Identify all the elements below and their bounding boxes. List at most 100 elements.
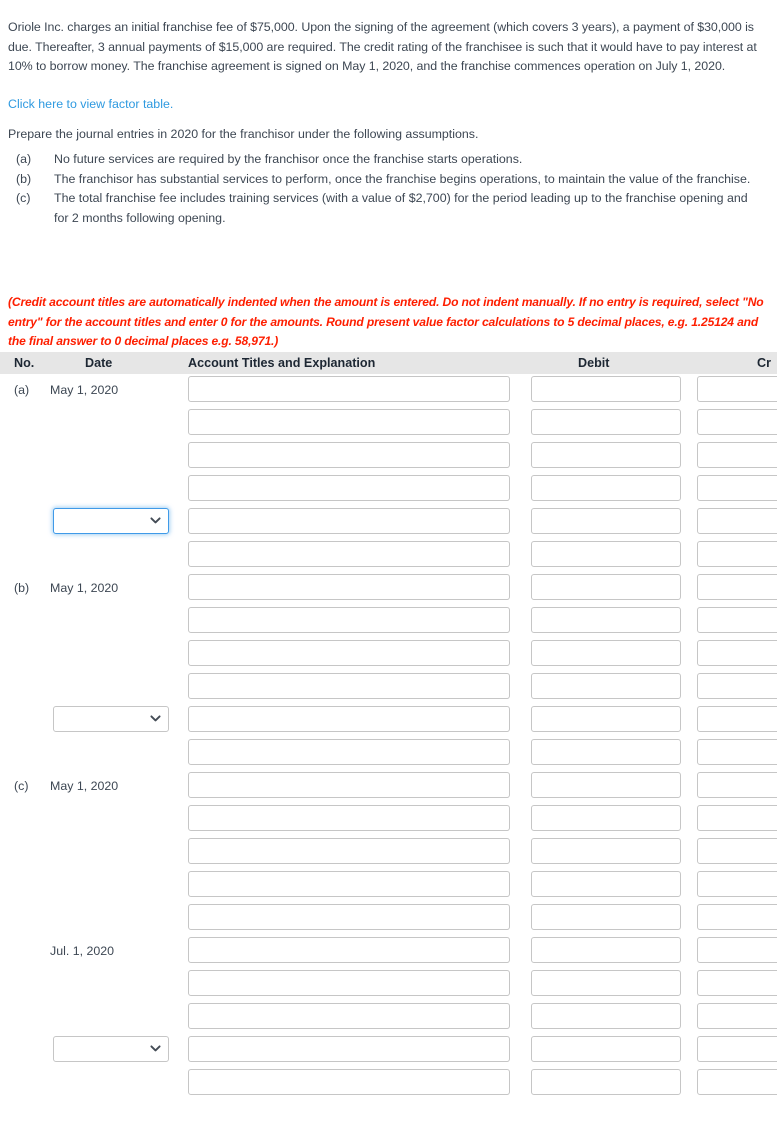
debit-amount-input[interactable] [531,541,681,567]
column-header-date: Date [85,356,113,370]
debit-amount-input[interactable] [531,1003,681,1029]
credit-amount-input[interactable] [697,640,777,666]
column-header-debit: Debit [578,356,610,370]
credit-amount-input[interactable] [697,937,777,963]
journal-row: (b) May 1, 2020 [0,572,777,605]
journal-row: Jul. 1, 2020 [0,935,777,968]
credit-amount-input[interactable] [697,475,777,501]
debit-amount-input[interactable] [531,508,681,534]
assumption-text-b: The franchisor has substantial services … [54,171,751,186]
debit-amount-input[interactable] [531,442,681,468]
journal-row [0,968,777,1001]
journal-row [0,407,777,440]
assumption-item-a: (a) No future services are required by t… [8,150,770,170]
debit-amount-input[interactable] [531,409,681,435]
column-header-no: No. [14,356,35,370]
credit-amount-input[interactable] [697,574,777,600]
account-title-input[interactable] [188,904,510,930]
date-select[interactable] [53,508,169,534]
credit-amount-input[interactable] [697,376,777,402]
account-title-input[interactable] [188,541,510,567]
problem-intro-text: Oriole Inc. charges an initial franchise… [8,20,757,74]
account-title-input[interactable] [188,739,510,765]
journal-row [0,836,777,869]
credit-amount-input[interactable] [697,772,777,798]
debit-amount-input[interactable] [531,1069,681,1095]
debit-amount-input[interactable] [531,1036,681,1062]
debit-amount-input[interactable] [531,706,681,732]
debit-amount-input[interactable] [531,772,681,798]
row-date-label: May 1, 2020 [50,383,119,397]
journal-row [0,1067,777,1100]
credit-amount-input[interactable] [697,541,777,567]
debit-amount-input[interactable] [531,904,681,930]
row-date-label: May 1, 2020 [50,581,119,595]
assumption-text-a: No future services are required by the f… [54,152,523,166]
account-title-input[interactable] [188,475,510,501]
debit-amount-input[interactable] [531,838,681,864]
journal-row [0,902,777,935]
assumption-item-c: (c) The total franchise fee includes tra… [8,189,770,228]
credit-amount-input[interactable] [697,838,777,864]
debit-amount-input[interactable] [531,607,681,633]
account-title-input[interactable] [188,1069,510,1095]
prepare-instruction-text: Prepare the journal entries in 2020 for … [8,127,479,142]
debit-amount-input[interactable] [531,739,681,765]
account-title-input[interactable] [188,508,510,534]
journal-entry-table: No. Date Account Titles and Explanation … [0,352,777,1100]
credit-amount-input[interactable] [697,970,777,996]
assumption-label-a: (a) [16,152,32,166]
journal-row [0,638,777,671]
credit-amount-input[interactable] [697,607,777,633]
account-title-input[interactable] [188,838,510,864]
account-title-input[interactable] [188,1036,510,1062]
credit-amount-input[interactable] [697,871,777,897]
debit-amount-input[interactable] [531,805,681,831]
debit-amount-input[interactable] [531,673,681,699]
account-title-input[interactable] [188,640,510,666]
debit-amount-input[interactable] [531,376,681,402]
credit-amount-input[interactable] [697,508,777,534]
date-select[interactable] [53,706,169,732]
date-select-value [53,508,169,534]
account-title-input[interactable] [188,442,510,468]
credit-amount-input[interactable] [697,409,777,435]
debit-amount-input[interactable] [531,937,681,963]
credit-amount-input[interactable] [697,739,777,765]
column-header-credit: Cr [757,356,771,370]
row-date-label: Jul. 1, 2020 [50,944,115,958]
credit-amount-input[interactable] [697,1069,777,1095]
debit-amount-input[interactable] [531,871,681,897]
row-number-label: (b) [14,581,30,595]
credit-amount-input[interactable] [697,442,777,468]
credit-amount-input[interactable] [697,1003,777,1029]
journal-row [0,539,777,572]
credit-amount-input[interactable] [697,706,777,732]
account-title-input[interactable] [188,409,510,435]
account-title-input[interactable] [188,805,510,831]
account-title-input[interactable] [188,937,510,963]
debit-amount-input[interactable] [531,475,681,501]
account-title-input[interactable] [188,772,510,798]
account-title-input[interactable] [188,574,510,600]
credit-amount-input[interactable] [697,673,777,699]
account-title-input[interactable] [188,1003,510,1029]
journal-row [0,704,777,737]
account-title-input[interactable] [188,673,510,699]
account-title-input[interactable] [188,871,510,897]
credit-amount-input[interactable] [697,904,777,930]
date-select-value [53,706,169,732]
credit-amount-input[interactable] [697,1036,777,1062]
journal-row [0,605,777,638]
debit-amount-input[interactable] [531,970,681,996]
debit-amount-input[interactable] [531,574,681,600]
debit-amount-input[interactable] [531,640,681,666]
factor-table-link[interactable]: Click here to view factor table. [8,96,173,113]
account-title-input[interactable] [188,706,510,732]
credit-amount-input[interactable] [697,805,777,831]
date-select[interactable] [53,1036,169,1062]
account-title-input[interactable] [188,376,510,402]
assumption-item-b: (b) The franchisor has substantial servi… [8,170,770,190]
account-title-input[interactable] [188,607,510,633]
account-title-input[interactable] [188,970,510,996]
